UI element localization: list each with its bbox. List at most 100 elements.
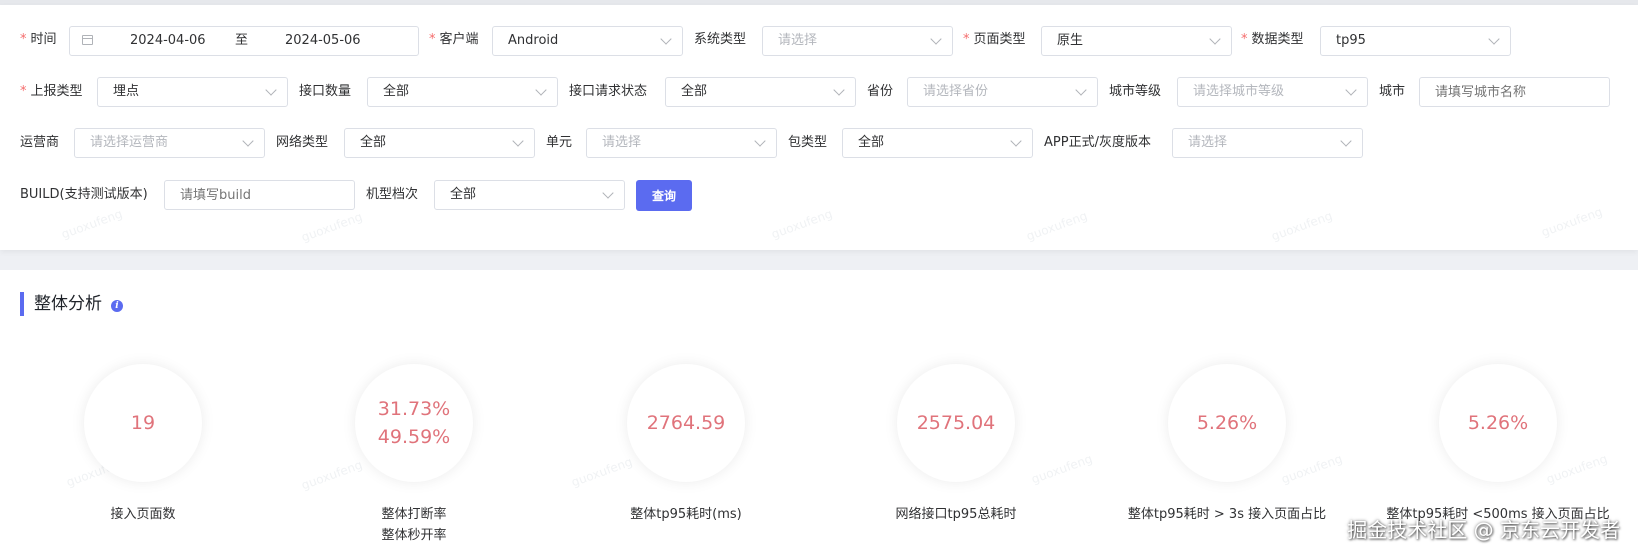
chevron-down-icon xyxy=(1340,135,1352,147)
chevron-down-icon xyxy=(660,33,672,45)
metric-label: 整体tp95耗时 > 3s 接入页面占比 xyxy=(1127,507,1327,522)
metric-value: 31.73% xyxy=(377,398,451,420)
page-type-select[interactable]: 原生 xyxy=(1041,26,1232,56)
city-level-label: 城市等级 xyxy=(1109,84,1162,99)
chevron-down-icon xyxy=(1488,33,1500,45)
system-type-placeholder: 请选择 xyxy=(778,33,818,48)
chevron-down-icon xyxy=(242,135,254,147)
device-tier-value: 全部 xyxy=(450,187,477,202)
chevron-down-icon xyxy=(833,84,845,96)
calendar-icon xyxy=(82,35,93,45)
metric-card: 19 xyxy=(84,364,202,482)
build-label: BUILD(支持测试版本) xyxy=(20,187,148,202)
chevron-down-icon xyxy=(512,135,524,147)
metric-label: 接入页面数 xyxy=(110,507,176,522)
api-status-select[interactable]: 全部 xyxy=(665,77,856,107)
package-type-select[interactable]: 全部 xyxy=(842,128,1033,158)
metric-label: 整体tp95耗时(ms) xyxy=(630,507,742,522)
watermark: guoxufeng xyxy=(1539,204,1605,240)
chevron-down-icon xyxy=(535,84,547,96)
device-tier-select[interactable]: 全部 xyxy=(434,180,625,210)
api-count-select[interactable]: 全部 xyxy=(367,77,558,107)
brand-watermark: 掘金技术社区 @ 京东云开发者 xyxy=(1347,518,1620,542)
package-type-label: 包类型 xyxy=(788,135,828,150)
data-type-value: tp95 xyxy=(1336,33,1366,48)
network-type-value: 全部 xyxy=(360,135,387,150)
report-type-select[interactable]: 埋点 xyxy=(97,77,288,107)
report-type-value: 埋点 xyxy=(113,84,140,99)
time-label: * 时间 xyxy=(20,32,57,47)
city-label: 城市 xyxy=(1379,84,1406,99)
unit-select[interactable]: 请选择 xyxy=(586,128,777,158)
api-count-value: 全部 xyxy=(383,84,410,99)
city-input[interactable] xyxy=(1419,77,1610,107)
metric-card: 5.26% xyxy=(1439,364,1557,482)
carrier-label: 运营商 xyxy=(20,135,60,150)
api-status-label: 接口请求状态 xyxy=(569,84,648,99)
carrier-placeholder: 请选择运营商 xyxy=(90,135,169,150)
metric-card: 2575.04 xyxy=(897,364,1015,482)
report-type-label: * 上报类型 xyxy=(20,84,83,99)
query-button[interactable]: 查询 xyxy=(636,180,692,211)
carrier-select[interactable]: 请选择运营商 xyxy=(74,128,265,158)
chevron-down-icon xyxy=(754,135,766,147)
metric-value: 5.26% xyxy=(1196,412,1258,434)
app-version-select[interactable]: 请选择 xyxy=(1172,128,1363,158)
app-version-placeholder: 请选择 xyxy=(1188,135,1228,150)
date-start: 2024-04-06 xyxy=(130,33,206,48)
data-type-select[interactable]: tp95 xyxy=(1320,26,1511,56)
metric-card: 5.26% xyxy=(1168,364,1286,482)
watermark: guoxufeng xyxy=(59,206,125,242)
chevron-down-icon xyxy=(1010,135,1022,147)
device-tier-label: 机型档次 xyxy=(366,187,419,202)
client-select[interactable]: Android xyxy=(492,26,683,56)
page-type-label: * 页面类型 xyxy=(963,32,1026,47)
section-title: 整体分析 xyxy=(34,294,102,314)
chevron-down-icon xyxy=(1075,84,1087,96)
metric-value: 2575.04 xyxy=(916,412,996,434)
date-range-picker[interactable]: 2024-04-06 至 2024-05-06 xyxy=(69,26,419,56)
app-version-label: APP正式/灰度版本 xyxy=(1044,135,1151,150)
system-type-label: 系统类型 xyxy=(694,32,747,47)
date-end: 2024-05-06 xyxy=(285,33,361,48)
network-type-select[interactable]: 全部 xyxy=(344,128,535,158)
section-accent-bar xyxy=(20,292,24,316)
province-placeholder: 请选择省份 xyxy=(923,84,989,99)
city-level-select[interactable]: 请选择城市等级 xyxy=(1177,77,1368,107)
metric-value-secondary: 49.59% xyxy=(377,426,451,448)
metric-value: 5.26% xyxy=(1467,412,1529,434)
network-type-label: 网络类型 xyxy=(276,135,329,150)
data-type-label: * 数据类型 xyxy=(1241,32,1304,47)
city-level-placeholder: 请选择城市等级 xyxy=(1193,84,1285,99)
chevron-down-icon xyxy=(1209,33,1221,45)
unit-label: 单元 xyxy=(546,135,573,150)
metric-value: 19 xyxy=(130,412,156,434)
unit-placeholder: 请选择 xyxy=(602,135,642,150)
watermark: guoxufeng xyxy=(769,206,835,242)
metric-label: 网络接口tp95总耗时 xyxy=(895,507,1017,522)
province-select[interactable]: 请选择省份 xyxy=(907,77,1098,107)
api-status-value: 全部 xyxy=(681,84,708,99)
client-label: * 客户端 xyxy=(429,32,479,47)
watermark: guoxufeng xyxy=(1269,208,1335,244)
chevron-down-icon xyxy=(265,84,277,96)
metric-card: 31.73% 49.59% xyxy=(355,364,473,482)
date-separator: 至 xyxy=(235,33,249,48)
metric-label: 整体打断率 xyxy=(381,507,447,522)
metric-card: 2764.59 xyxy=(627,364,745,482)
chevron-down-icon xyxy=(930,33,942,45)
watermark: guoxufeng xyxy=(1024,208,1090,244)
client-select-value: Android xyxy=(508,33,559,48)
page-type-value: 原生 xyxy=(1057,33,1084,48)
watermark: guoxufeng xyxy=(299,209,365,245)
build-input[interactable] xyxy=(164,180,355,210)
info-icon[interactable]: i xyxy=(111,300,123,312)
metric-value: 2764.59 xyxy=(646,412,726,434)
api-count-label: 接口数量 xyxy=(299,84,352,99)
chevron-down-icon xyxy=(602,187,614,199)
province-label: 省份 xyxy=(867,84,894,99)
system-type-select[interactable]: 请选择 xyxy=(762,26,953,56)
package-type-value: 全部 xyxy=(858,135,885,150)
chevron-down-icon xyxy=(1345,84,1357,96)
metric-label-secondary: 整体秒开率 xyxy=(381,528,447,543)
